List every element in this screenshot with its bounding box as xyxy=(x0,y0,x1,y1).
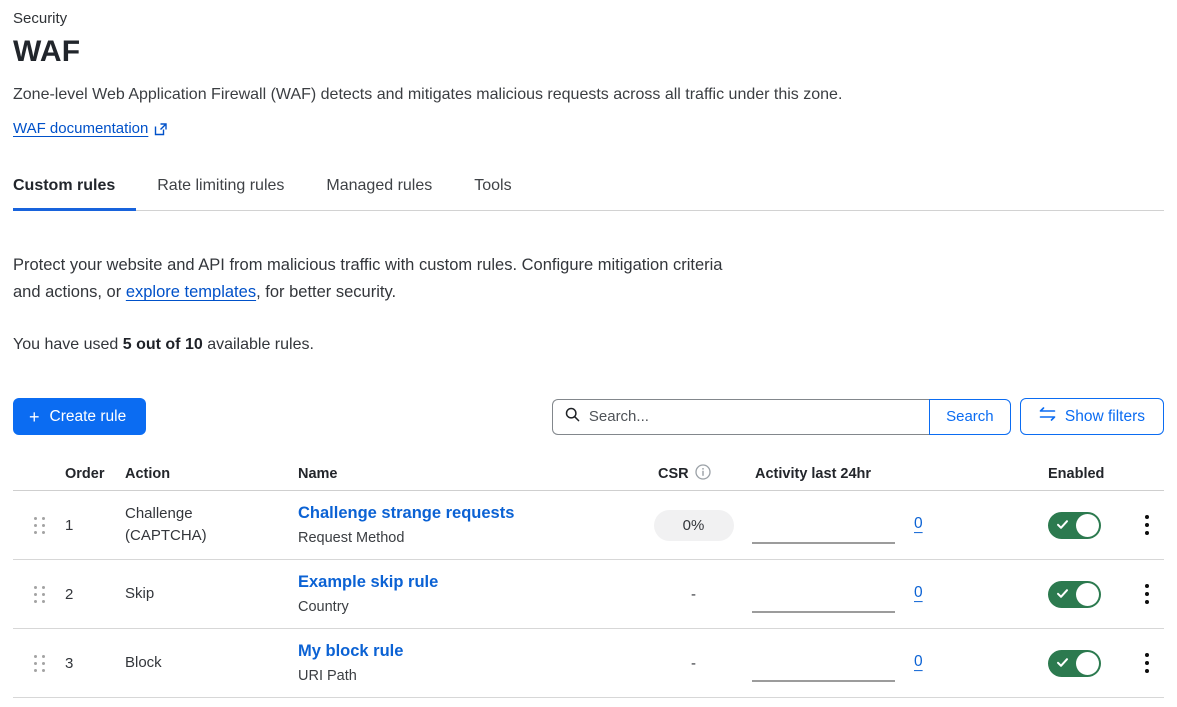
drag-handle-icon[interactable] xyxy=(13,655,65,672)
usage-count: 5 out of 10 xyxy=(123,336,203,353)
enabled-toggle[interactable] xyxy=(1048,650,1101,677)
toolbar: + Create rule Search xyxy=(13,398,1164,435)
csr-cell: 0% xyxy=(645,510,742,541)
info-circle-icon[interactable] xyxy=(695,464,711,484)
activity-count-link[interactable]: 0 xyxy=(914,584,923,602)
breadcrumb: Security xyxy=(13,8,1164,27)
rule-name-cell: Challenge strange requests Request Metho… xyxy=(298,505,645,546)
header-name: Name xyxy=(298,466,645,482)
page-title: WAF xyxy=(13,35,1164,69)
waf-documentation-link[interactable]: WAF documentation xyxy=(13,120,148,137)
enabled-cell xyxy=(1048,512,1129,539)
rules-table: Order Action Name CSR Activity last 24hr… xyxy=(13,457,1164,698)
check-icon xyxy=(1056,587,1069,603)
rule-action: Skip xyxy=(125,583,237,605)
search-button[interactable]: Search xyxy=(929,399,1011,435)
kebab-menu-icon[interactable] xyxy=(1139,511,1155,539)
table-row: 3 Block My block rule URI Path - 0 xyxy=(13,629,1164,698)
search-input[interactable] xyxy=(589,408,919,425)
activity-cell: 0 xyxy=(742,491,1048,559)
rule-name-link[interactable]: My block rule xyxy=(298,643,403,660)
toolbar-right: Search Show filters xyxy=(552,398,1164,435)
header-enabled: Enabled xyxy=(1048,466,1129,482)
header-activity: Activity last 24hr xyxy=(742,466,1048,482)
kebab-cell xyxy=(1129,580,1164,608)
swap-arrows-icon xyxy=(1039,407,1056,426)
rule-name-cell: Example skip rule Country xyxy=(298,574,645,615)
header-csr: CSR xyxy=(645,464,742,484)
rule-field: Country xyxy=(298,600,645,615)
rule-name-link[interactable]: Challenge strange requests xyxy=(298,505,514,522)
activity-count-link[interactable]: 0 xyxy=(914,515,923,533)
tab-custom-rules[interactable]: Custom rules xyxy=(13,167,136,210)
rule-action: Challenge (CAPTCHA) xyxy=(125,503,237,547)
activity-cell: 0 xyxy=(742,560,1048,628)
show-filters-button[interactable]: Show filters xyxy=(1020,398,1164,435)
csr-badge: 0% xyxy=(654,510,734,541)
activity-cell: 0 xyxy=(742,629,1048,697)
csr-value: - xyxy=(691,586,696,603)
explore-templates-link[interactable]: explore templates xyxy=(126,283,256,301)
csr-cell: - xyxy=(645,655,742,672)
enabled-cell xyxy=(1048,650,1129,677)
intro-after: , for better security. xyxy=(256,283,396,301)
rule-order: 3 xyxy=(65,655,125,672)
doc-link-row: WAF documentation xyxy=(13,120,1164,137)
usage-prefix: You have used xyxy=(13,336,123,353)
header-action: Action xyxy=(125,466,298,482)
show-filters-label: Show filters xyxy=(1065,408,1145,426)
kebab-menu-icon[interactable] xyxy=(1139,649,1155,677)
csr-cell: - xyxy=(645,586,742,603)
enabled-cell xyxy=(1048,581,1129,608)
drag-handle-icon[interactable] xyxy=(13,586,65,603)
check-icon xyxy=(1056,656,1069,672)
rule-name-cell: My block rule URI Path xyxy=(298,643,645,684)
usage-text: You have used 5 out of 10 available rule… xyxy=(13,336,1164,354)
rule-order: 1 xyxy=(65,517,125,534)
enabled-toggle[interactable] xyxy=(1048,512,1101,539)
page-description: Zone-level Web Application Firewall (WAF… xyxy=(13,86,1164,104)
tab-tools[interactable]: Tools xyxy=(453,167,532,210)
table-row: 1 Challenge (CAPTCHA) Challenge strange … xyxy=(13,491,1164,560)
create-rule-button[interactable]: + Create rule xyxy=(13,398,146,435)
header-csr-label: CSR xyxy=(658,466,689,482)
enabled-toggle[interactable] xyxy=(1048,581,1101,608)
table-header-row: Order Action Name CSR Activity last 24hr… xyxy=(13,457,1164,491)
search-group: Search xyxy=(552,399,1011,435)
create-rule-label: Create rule xyxy=(50,408,127,426)
rule-field: Request Method xyxy=(298,531,645,546)
activity-count-link[interactable]: 0 xyxy=(914,653,923,671)
rule-field: URI Path xyxy=(298,669,645,684)
plus-icon: + xyxy=(29,408,40,426)
table-row: 2 Skip Example skip rule Country - 0 xyxy=(13,560,1164,629)
activity-sparkline xyxy=(752,680,895,682)
rule-name-link[interactable]: Example skip rule xyxy=(298,574,438,591)
tab-bar: Custom rules Rate limiting rules Managed… xyxy=(13,167,1164,211)
csr-value: - xyxy=(691,655,696,672)
usage-suffix: available rules. xyxy=(203,336,314,353)
activity-sparkline xyxy=(752,542,895,544)
rule-action: Block xyxy=(125,652,237,674)
check-icon xyxy=(1056,518,1069,534)
kebab-cell xyxy=(1129,649,1164,677)
drag-handle-icon[interactable] xyxy=(13,517,65,534)
tab-rate-limiting-rules[interactable]: Rate limiting rules xyxy=(136,167,305,210)
waf-page: Security WAF Zone-level Web Application … xyxy=(0,0,1177,698)
intro-text: Protect your website and API from malici… xyxy=(13,252,751,306)
search-box xyxy=(552,399,929,435)
activity-sparkline xyxy=(752,611,895,613)
kebab-cell xyxy=(1129,511,1164,539)
kebab-menu-icon[interactable] xyxy=(1139,580,1155,608)
rule-order: 2 xyxy=(65,586,125,603)
header-order: Order xyxy=(65,466,125,482)
tab-managed-rules[interactable]: Managed rules xyxy=(305,167,453,210)
external-link-icon xyxy=(154,122,168,136)
search-icon xyxy=(565,407,580,427)
